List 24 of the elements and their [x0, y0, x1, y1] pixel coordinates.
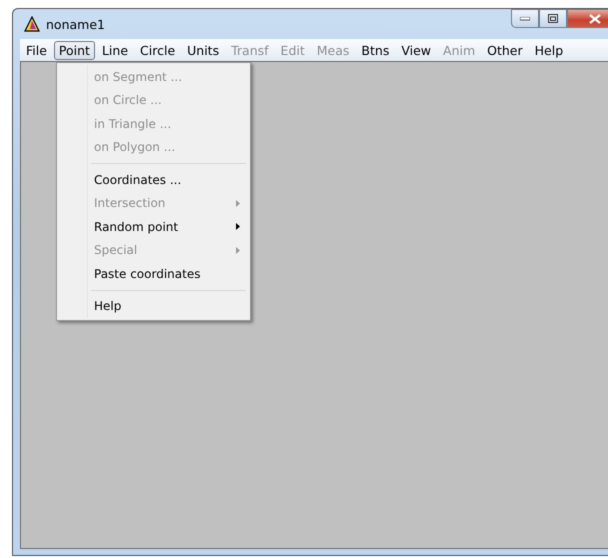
menu-item[interactable]: Paste coordinates — [59, 262, 248, 286]
menu-item[interactable]: Random point — [59, 215, 248, 238]
menu-bar-item[interactable]: View — [396, 40, 436, 60]
menu-bar-item[interactable]: Other — [482, 40, 528, 60]
menu-item[interactable]: Coordinates ... — [59, 168, 248, 192]
minimize-button[interactable] — [511, 9, 539, 28]
close-button[interactable] — [567, 9, 608, 28]
menu-bar-item[interactable]: Btns — [356, 40, 394, 60]
minimize-icon — [520, 16, 530, 20]
menu-bar-item[interactable]: Line — [96, 40, 134, 60]
menu-bar-item[interactable]: File — [21, 40, 52, 60]
menu-bar-item[interactable]: Circle — [135, 40, 180, 60]
menu-bar-item[interactable]: Point — [54, 40, 95, 60]
window-title: noname1 — [46, 16, 105, 32]
submenu-arrow-icon — [236, 246, 240, 254]
menu-bar-item[interactable]: Help — [530, 40, 568, 60]
triangle-logo-icon — [24, 16, 40, 32]
maximize-button[interactable] — [539, 9, 567, 28]
close-icon — [589, 14, 601, 24]
maximize-icon — [548, 14, 558, 23]
menu-item[interactable]: Help — [59, 294, 248, 318]
submenu-arrow-icon — [236, 223, 240, 230]
submenu-arrow-icon — [236, 200, 240, 207]
menu-bar-item[interactable]: Units — [182, 40, 224, 60]
